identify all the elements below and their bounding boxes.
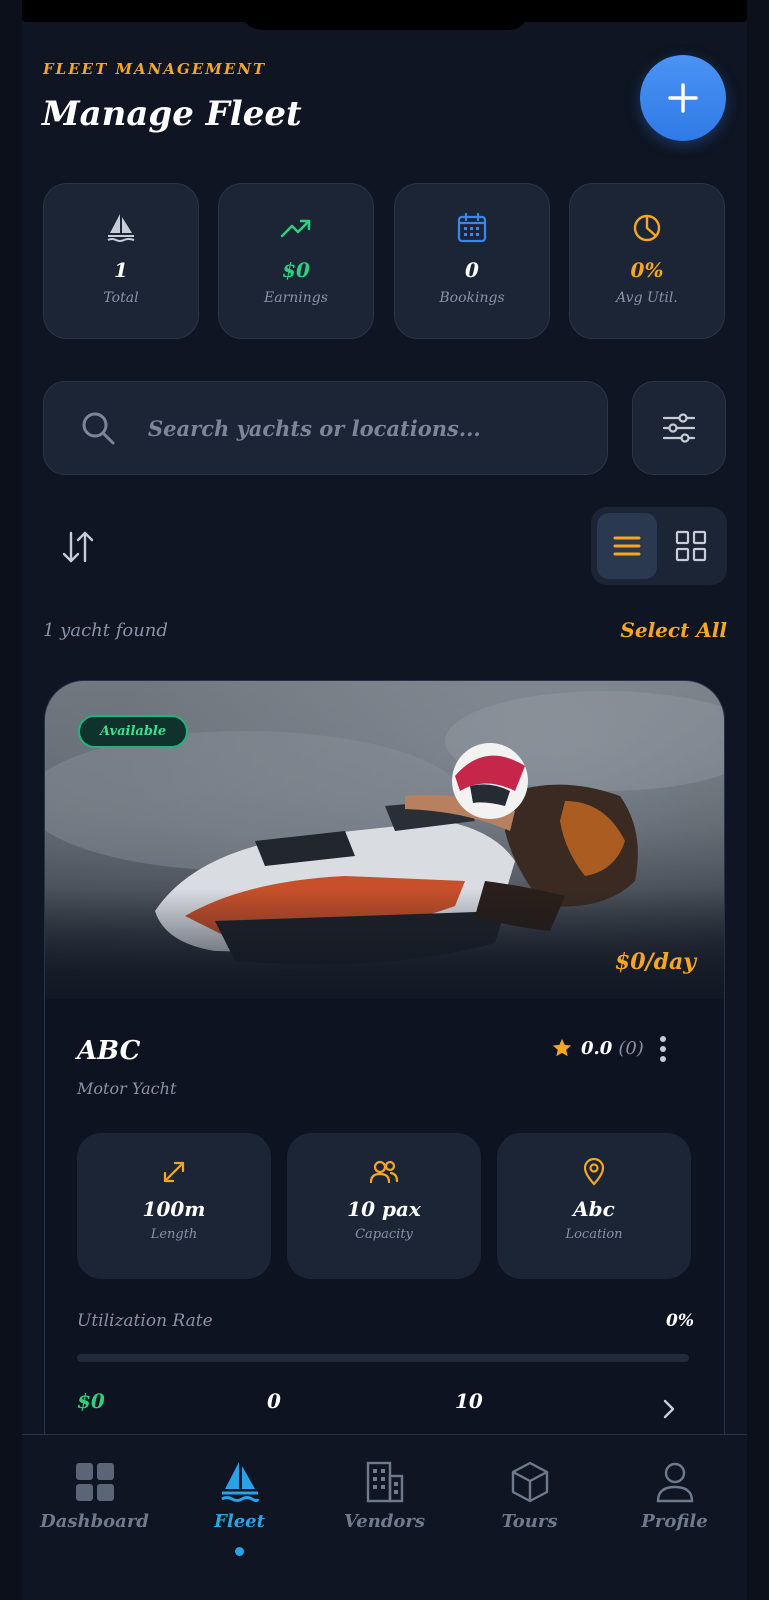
screen-edge-right — [747, 0, 769, 1600]
rating-count: (0) — [618, 1037, 644, 1059]
metric-capacity: 10 — [455, 1389, 483, 1413]
search-bar — [43, 381, 608, 475]
stat-total-value: 1 — [114, 258, 128, 282]
page-eyebrow: FLEET MANAGEMENT — [43, 60, 267, 78]
app-screen: FLEET MANAGEMENT Manage Fleet 1 Total $0… — [0, 0, 769, 1600]
grid-view-button[interactable] — [661, 513, 721, 579]
status-badge: Available — [78, 715, 189, 748]
stat-bookings-value: 0 — [465, 258, 479, 282]
pie-chart-icon — [633, 214, 661, 242]
stat-utilization-value: 0% — [630, 258, 664, 282]
photo-gradient — [45, 889, 724, 999]
nav-item-tours[interactable]: Tours — [457, 1435, 602, 1584]
stat-earnings-label: Earnings — [264, 290, 328, 306]
yacht-rating: 0.0 (0) — [551, 1037, 644, 1059]
nav-item-fleet[interactable]: Fleet — [167, 1435, 312, 1584]
users-icon — [369, 1160, 399, 1184]
star-icon — [552, 1038, 572, 1057]
stat-card-earnings: $0 Earnings — [218, 183, 374, 339]
more-vertical-icon — [660, 1036, 666, 1062]
building-icon — [366, 1461, 403, 1503]
spec-location-label: Location — [565, 1227, 623, 1242]
search-input[interactable] — [148, 415, 568, 441]
yacht-name: ABC — [77, 1036, 141, 1066]
yacht-photo: Available $0/day — [45, 681, 724, 999]
grid-icon — [675, 530, 707, 562]
sailboat-icon — [107, 214, 135, 242]
spec-length: 100m Length — [77, 1133, 271, 1279]
map-pin-icon — [583, 1158, 605, 1186]
metric-bookings: 0 — [267, 1389, 281, 1413]
stat-earnings-value: $0 — [282, 258, 310, 282]
sort-arrows-icon — [62, 531, 94, 563]
box-icon — [511, 1461, 548, 1503]
stat-bookings-label: Bookings — [439, 290, 505, 306]
spec-length-value: 100m — [142, 1197, 206, 1221]
trending-up-icon — [280, 219, 311, 238]
stat-card-total: 1 Total — [43, 183, 199, 339]
utilization-value: 0% — [666, 1311, 694, 1331]
chevron-right-icon[interactable] — [657, 1397, 681, 1421]
plus-icon — [668, 83, 698, 113]
sort-button[interactable] — [58, 527, 98, 567]
active-indicator — [235, 1547, 244, 1556]
spec-capacity-value: 10 pax — [347, 1197, 421, 1221]
yacht-type: Motor Yacht — [77, 1079, 177, 1098]
stat-card-utilization: 0% Avg Util. — [569, 183, 725, 339]
list-icon — [613, 536, 641, 556]
utilization-label: Utilization Rate — [77, 1311, 213, 1331]
screen-edge-left — [0, 0, 22, 1600]
spec-location-value: Abc — [573, 1197, 615, 1221]
result-count: 1 yacht found — [43, 620, 168, 641]
nav-item-profile[interactable]: Profile — [602, 1435, 747, 1584]
camera-notch — [240, 0, 530, 30]
sliders-icon — [662, 413, 696, 443]
yacht-price: $0/day — [614, 949, 696, 975]
sailboat-icon — [220, 1462, 259, 1502]
metric-earnings: $0 — [77, 1389, 105, 1413]
more-options-button[interactable] — [651, 1031, 675, 1067]
nav-label-tours: Tours — [501, 1511, 558, 1532]
spec-capacity: 10 pax Capacity — [287, 1133, 481, 1279]
page-title: Manage Fleet — [42, 94, 302, 134]
nav-label-vendors: Vendors — [343, 1511, 426, 1532]
nav-label-profile: Profile — [641, 1511, 708, 1532]
resize-icon — [163, 1161, 185, 1183]
stat-total-label: Total — [103, 290, 139, 306]
spec-length-label: Length — [150, 1227, 198, 1242]
calendar-icon — [457, 212, 487, 243]
view-mode-toggle — [591, 507, 727, 585]
select-all-button[interactable]: Select All — [620, 618, 727, 642]
list-view-button[interactable] — [597, 513, 657, 579]
user-icon — [656, 1462, 693, 1503]
nav-item-dashboard[interactable]: Dashboard — [22, 1435, 167, 1584]
filter-button[interactable] — [632, 381, 726, 475]
stat-card-bookings: 0 Bookings — [394, 183, 550, 339]
stat-utilization-label: Avg Util. — [616, 290, 678, 306]
bottom-nav: Dashboard Fleet Vendors Tours Profile — [22, 1434, 747, 1584]
spec-capacity-label: Capacity — [355, 1227, 413, 1242]
nav-item-vendors[interactable]: Vendors — [312, 1435, 457, 1584]
yacht-card[interactable]: Available $0/day ABC Motor Yacht 0.0 (0) — [44, 680, 725, 1440]
rating-score: 0.0 — [581, 1037, 613, 1059]
utilization-bar — [77, 1354, 689, 1362]
grid-icon — [75, 1463, 114, 1501]
search-icon — [82, 412, 115, 445]
spec-location: Abc Location — [497, 1133, 691, 1279]
add-yacht-button[interactable] — [640, 55, 726, 141]
nav-label-dashboard: Dashboard — [40, 1511, 149, 1532]
nav-label-fleet: Fleet — [214, 1511, 265, 1532]
